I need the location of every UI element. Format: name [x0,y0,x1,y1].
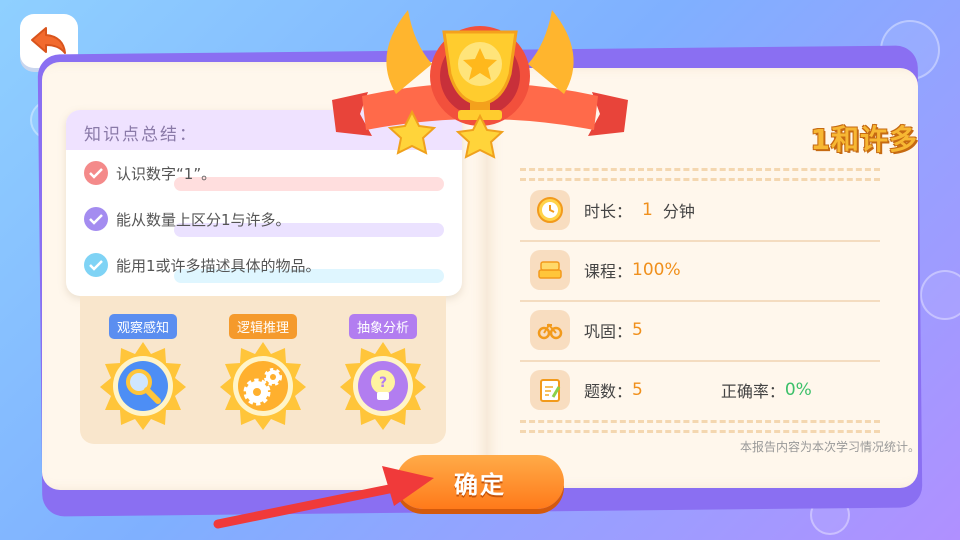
divider [520,240,880,242]
summary-item-text: 认识数字“1”。 [116,164,217,183]
duration-value: 1 [642,200,653,220]
questions-value: 5 [632,380,643,400]
divider [520,420,880,423]
back-arrow-icon [31,27,66,54]
lightbulb-icon: ? [340,342,426,430]
bubble-decoration [920,270,960,320]
accuracy-label: 正确率： [720,382,785,401]
pointer-arrow-icon [213,466,434,529]
summary-item-text: 能用1或许多描述具体的物品。 [116,256,321,275]
accuracy-value: 0% [784,380,812,400]
divider [520,168,880,171]
magnifier-icon [100,342,186,430]
badge-logic: 逻辑推理 [208,314,318,444]
trophy-icon [332,10,628,159]
divider [520,178,880,181]
stat-consolidate: 巩固： 5 [530,310,880,350]
lesson-title: 1和许多 [810,123,918,156]
summary-item-text: 能从数量上区分1与许多。 [116,210,291,229]
report-note: 本报告内容为本次学习情况统计。 [739,440,920,454]
badge-label: 观察感知 [108,314,178,339]
badge-observation: 观察感知 [88,314,198,444]
duration-label: 时长： [584,202,633,221]
notepad-icon [530,370,570,410]
consolidate-value: 5 [632,320,643,340]
badge-abstract: 抽象分析 ? [328,314,438,444]
divider [520,300,880,302]
stat-duration: 时长： 1 分钟 [530,190,880,230]
check-icon [84,161,108,185]
check-icon [84,207,108,231]
duration-unit: 分钟 [662,202,695,221]
books-icon [530,250,570,290]
badge-label: 抽象分析 [348,314,418,339]
stat-course: 课程： 100% [530,250,880,290]
check-icon [84,253,108,277]
divider [520,430,880,433]
course-value: 100% [632,260,681,280]
consolidate-label: 巩固： [584,322,633,341]
gears-icon [220,342,306,430]
summary-item: 能用1或许多描述具体的物品。 [66,242,462,288]
stat-questions: 题数： 5 正确率： 0% [530,370,880,410]
course-label: 课程： [584,262,633,281]
clock-icon [530,190,570,230]
bike-icon [530,310,570,350]
svg-text:?: ? [379,375,387,391]
questions-label: 题数： [584,382,633,401]
divider [520,360,880,362]
badge-label: 逻辑推理 [228,314,298,339]
summary-item: 能从数量上区分1与许多。 [66,196,462,242]
